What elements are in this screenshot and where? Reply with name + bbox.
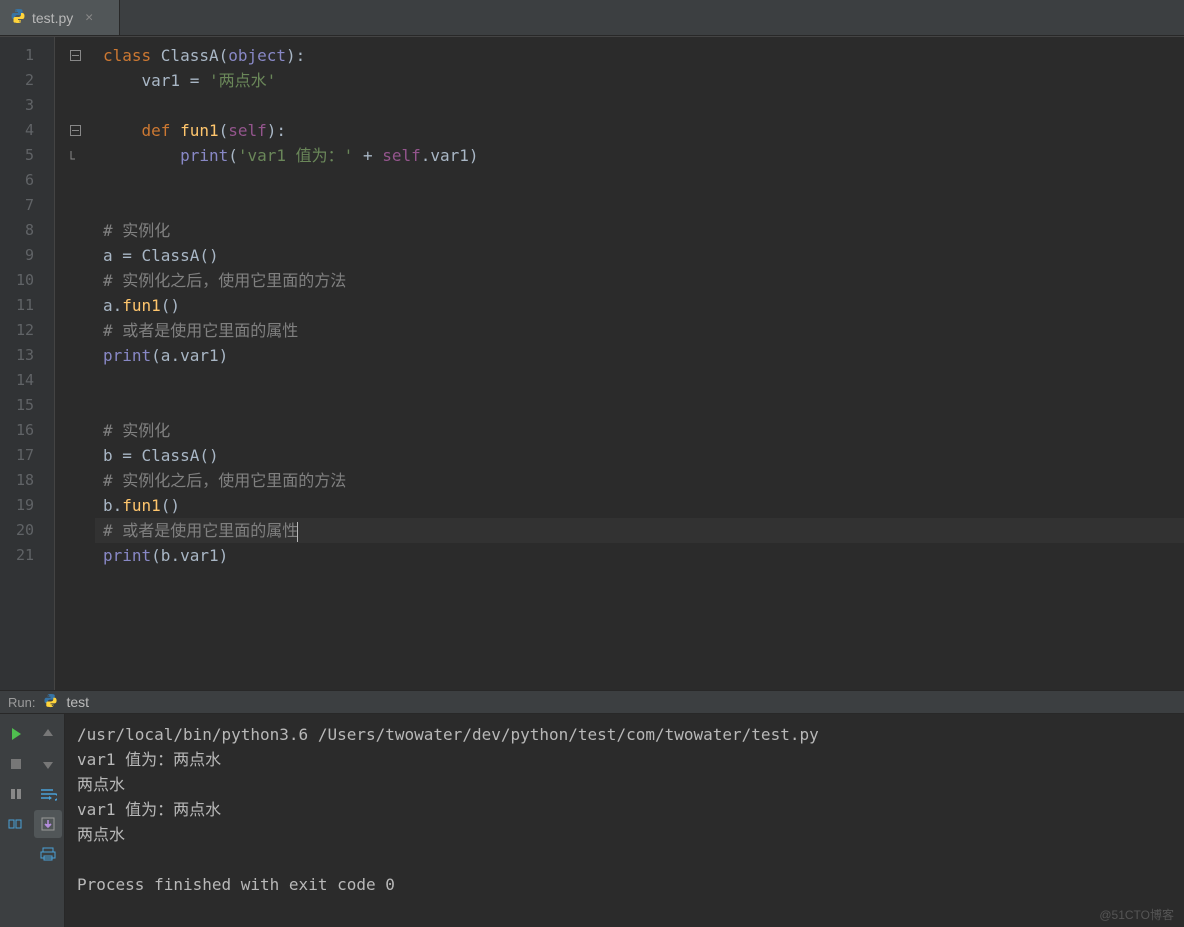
line-number: 18	[0, 468, 54, 493]
caret	[297, 522, 298, 542]
line-number: 4	[0, 118, 54, 143]
scroll-to-end-icon[interactable]	[34, 810, 62, 838]
close-icon[interactable]: ✕	[85, 10, 93, 25]
console-line: /usr/local/bin/python3.6 /Users/twowater…	[77, 722, 1172, 747]
tab-label: test.py	[32, 10, 73, 26]
line-number: 9	[0, 243, 54, 268]
down-icon[interactable]	[34, 750, 62, 778]
gutter: 1 2 3 4 5 6 7 8 9 10 11 12 13 14 15 16 1…	[0, 37, 55, 690]
more-icon[interactable]	[2, 840, 30, 868]
up-icon[interactable]	[34, 720, 62, 748]
console-line	[77, 847, 1172, 872]
tab-test-py[interactable]: test.py ✕	[0, 0, 120, 35]
run-label: Run:	[8, 695, 35, 710]
line-number: 8	[0, 218, 54, 243]
line-number: 20	[0, 518, 54, 543]
fold-end-icon[interactable]	[55, 143, 95, 168]
line-number: 10	[0, 268, 54, 293]
tab-bar: test.py ✕	[0, 0, 1184, 36]
fold-start-icon[interactable]	[55, 118, 95, 143]
python-icon	[43, 693, 58, 712]
console-output[interactable]: /usr/local/bin/python3.6 /Users/twowater…	[65, 714, 1184, 927]
pause-button[interactable]	[2, 780, 30, 808]
fold-strip	[55, 37, 95, 690]
line-number: 16	[0, 418, 54, 443]
run-config-name: test	[66, 694, 89, 710]
line-number: 15	[0, 393, 54, 418]
run-toolbar-left	[0, 714, 65, 927]
console-line: var1 值为：两点水	[77, 747, 1172, 772]
soft-wrap-icon[interactable]	[34, 780, 62, 808]
line-number: 11	[0, 293, 54, 318]
console-line: var1 值为：两点水	[77, 797, 1172, 822]
line-number: 12	[0, 318, 54, 343]
line-number: 5	[0, 143, 54, 168]
line-number: 1	[0, 43, 54, 68]
line-number: 7	[0, 193, 54, 218]
dump-threads-button[interactable]	[2, 810, 30, 838]
run-panel: /usr/local/bin/python3.6 /Users/twowater…	[0, 714, 1184, 927]
console-line: 两点水	[77, 772, 1172, 797]
code-area[interactable]: class ClassA(object): var1 = '两点水' def f…	[95, 37, 1184, 690]
watermark: @51CTO博客	[1099, 906, 1174, 923]
line-number: 21	[0, 543, 54, 568]
rerun-button[interactable]	[2, 720, 30, 748]
python-file-icon	[10, 8, 26, 28]
line-number: 17	[0, 443, 54, 468]
console-line: 两点水	[77, 822, 1172, 847]
console-line: Process finished with exit code 0	[77, 872, 1172, 897]
line-number: 2	[0, 68, 54, 93]
print-icon[interactable]	[34, 840, 62, 868]
fold-start-icon[interactable]	[55, 43, 95, 68]
stop-button[interactable]	[2, 750, 30, 778]
line-number: 14	[0, 368, 54, 393]
line-number: 3	[0, 93, 54, 118]
line-number: 19	[0, 493, 54, 518]
line-number: 6	[0, 168, 54, 193]
run-panel-header: Run: test	[0, 690, 1184, 714]
line-number: 13	[0, 343, 54, 368]
editor: 1 2 3 4 5 6 7 8 9 10 11 12 13 14 15 16 1…	[0, 36, 1184, 690]
